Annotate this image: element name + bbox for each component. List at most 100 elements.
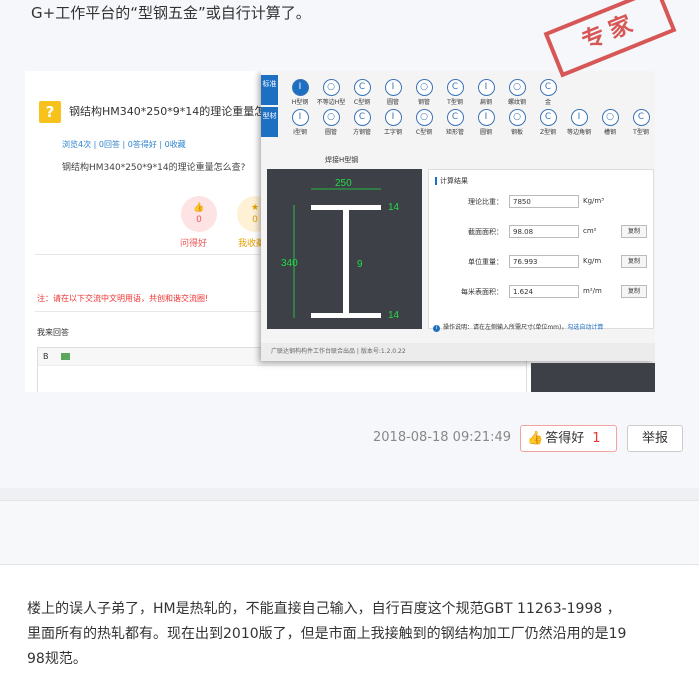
- profile-tool-label: 不等边H型: [316, 99, 346, 106]
- section-title: 焊接H型钢: [325, 156, 359, 164]
- profile-shape-icon: C: [446, 109, 464, 126]
- profile-tool-row1-1: ○ 不等边H型: [316, 79, 346, 106]
- result-row: 单位重量： 76.993 Kg/m 复制: [433, 254, 651, 270]
- profile-shape-icon: ○: [415, 79, 433, 96]
- answer-intro-text: G+工作平台的“型钢五金”或自行计算了。: [31, 4, 311, 22]
- good-question-label: 问得好: [180, 239, 208, 249]
- star-icon: ★: [250, 203, 260, 213]
- section-divider: [0, 488, 699, 500]
- profile-tool-row1-6: I 扁钢: [471, 79, 501, 106]
- question-title: 钢结构HM340*250*9*14的理论重量怎么查: [69, 105, 288, 118]
- profile-tool-label: 方钢管: [352, 129, 371, 136]
- profile-tool-label: H型钢: [291, 99, 309, 106]
- profile-tool-row2-6: I 圆钢: [471, 109, 501, 136]
- profile-tool-label: I型钢: [293, 129, 307, 136]
- bottom-flange: [311, 313, 381, 318]
- profile-tool-label: 扁钢: [479, 99, 492, 106]
- auto-calc-link: 勾选自动计算: [567, 324, 604, 331]
- copy-button: 复制: [621, 255, 647, 268]
- bold-icon: B: [43, 352, 49, 361]
- operation-tip: i 操作说明：请在左侧输入所需尺寸(单位mm)，勾选自动计算: [433, 322, 603, 332]
- profile-tool-label: 圆钢: [479, 129, 492, 136]
- result-value: 76.993: [509, 255, 579, 268]
- tab-profile: 型材: [261, 107, 278, 137]
- profile-tool-row2-9: I 等边角钢: [564, 109, 594, 136]
- profile-tool-label: 工字钢: [383, 129, 402, 136]
- answer-screenshot-image: ? 钢结构HM340*250*9*14的理论重量怎么查 浏览4次 | 0回答 |…: [25, 71, 655, 392]
- result-unit: Kg/m: [583, 257, 602, 265]
- good-answer-button[interactable]: 👍 答得好 1: [520, 425, 617, 452]
- good-answer-count: 1: [592, 431, 601, 446]
- answer-timestamp: 2018-08-18 09:21:49: [373, 430, 512, 445]
- top-flange: [311, 205, 381, 210]
- section-drawing: 250 340 9 14 14: [267, 169, 422, 329]
- profile-tool-row2-8: C Z型钢: [533, 109, 563, 136]
- profile-shape-icon: I: [477, 79, 495, 96]
- profile-tool-label: 圆管: [386, 99, 399, 106]
- previous-answer-card: G+工作平台的“型钢五金”或自行计算了。 ? 钢结构HM340*250*9*14…: [0, 0, 699, 488]
- result-row: 理论比重： 7850 Kg/m³: [433, 194, 651, 210]
- profile-tool-row2-1: ○ 圆管: [316, 109, 346, 136]
- profile-tool-row2-11: C T型钢: [626, 109, 655, 136]
- calc-result-title: 计算结果: [435, 176, 468, 186]
- profile-tool-row2-3: I 工字钢: [378, 109, 408, 136]
- result-label: 单位重量：: [468, 258, 503, 266]
- result-row: 每米表面积： 1.624 m²/m 复制: [433, 284, 651, 300]
- profile-shape-icon: I: [384, 79, 402, 96]
- height-dim-text: 340: [281, 258, 298, 269]
- profile-tool-row1-2: C C型钢: [347, 79, 377, 106]
- report-button[interactable]: 举报: [627, 425, 683, 452]
- result-label: 理论比重：: [468, 198, 503, 206]
- question-header: ? 钢结构HM340*250*9*14的理论重量怎么查: [39, 101, 287, 131]
- profile-tool-label: 槽钢: [603, 129, 616, 136]
- bottom-flange-dim-text: 14: [388, 310, 400, 321]
- expert-stamp: 专家: [543, 0, 677, 78]
- profile-shape-icon: ○: [601, 109, 619, 126]
- profile-tool-label: 圆管: [324, 129, 337, 136]
- image-icon: [61, 353, 71, 360]
- profile-tool-row1-5: C T型钢: [440, 79, 470, 106]
- profile-tool-label: Z型钢: [539, 129, 557, 136]
- profile-tool-row2-7: ○ 钢板: [502, 109, 532, 136]
- good-question-count: 0: [196, 215, 202, 225]
- result-label: 每米表面积：: [461, 288, 503, 296]
- good-question-button: 👍 0: [181, 196, 217, 232]
- profile-tool-row1-0: I H型钢: [285, 79, 315, 106]
- collapsed-answer-block: [0, 500, 699, 565]
- profile-shape-icon: C: [632, 109, 650, 126]
- result-unit: m²/m: [583, 287, 602, 295]
- profile-tool-label: 螺纹钢: [507, 99, 526, 106]
- profile-tool-row1-7: ○ 螺纹钢: [502, 79, 532, 106]
- profile-shape-icon: ○: [322, 79, 340, 96]
- width-dim-text: 250: [335, 178, 352, 189]
- good-answer-label: 答得好: [545, 431, 585, 446]
- web: [343, 210, 349, 313]
- profile-tool-label: T型钢: [447, 99, 463, 106]
- profile-tool-row2-10: ○ 槽钢: [595, 109, 625, 136]
- profile-shape-icon: I: [570, 109, 588, 126]
- profile-shape-icon: I: [477, 109, 495, 126]
- profile-shape-icon: ○: [415, 109, 433, 126]
- app-side-tabs: 标准 型材: [261, 75, 278, 137]
- result-unit: cm²: [583, 227, 597, 235]
- profile-tool-label: T型钢: [633, 129, 649, 136]
- tab-standard: 标准: [261, 75, 278, 105]
- profile-tool-row1-4: ○ 钢管: [409, 79, 439, 106]
- tip-text: 操作说明：请在左侧输入所需尺寸(单位mm)，: [443, 324, 568, 331]
- profile-tool-row2-4: ○ C型钢: [409, 109, 439, 136]
- question-stats: 浏览4次 | 0回答 | 0答得好 | 0收藏: [62, 140, 186, 149]
- result-unit: Kg/m³: [583, 197, 605, 205]
- profile-shape-icon: ○: [322, 109, 340, 126]
- profile-tool-row2-5: C 矩形管: [440, 109, 470, 136]
- copy-button: 复制: [621, 285, 647, 298]
- result-value: 1.624: [509, 285, 579, 298]
- my-answer-label: 我来回答: [37, 328, 69, 337]
- profile-tool-label: C型钢: [353, 99, 371, 106]
- app-status-bar: 广联达钢构构件工作台联合出品 | 版本号:1.2.0.22: [261, 343, 655, 361]
- profile-tool-label: 钢管: [417, 99, 430, 106]
- copy-button: 复制: [621, 225, 647, 238]
- profile-shape-icon: C: [353, 109, 371, 126]
- result-value: 98.08: [509, 225, 579, 238]
- answer-body: 楼上的误人子弟了，HM是热轧的，不能直接自己输入，自行百度这个规范GBT 112…: [27, 601, 627, 667]
- profile-shape-icon: I: [291, 109, 309, 126]
